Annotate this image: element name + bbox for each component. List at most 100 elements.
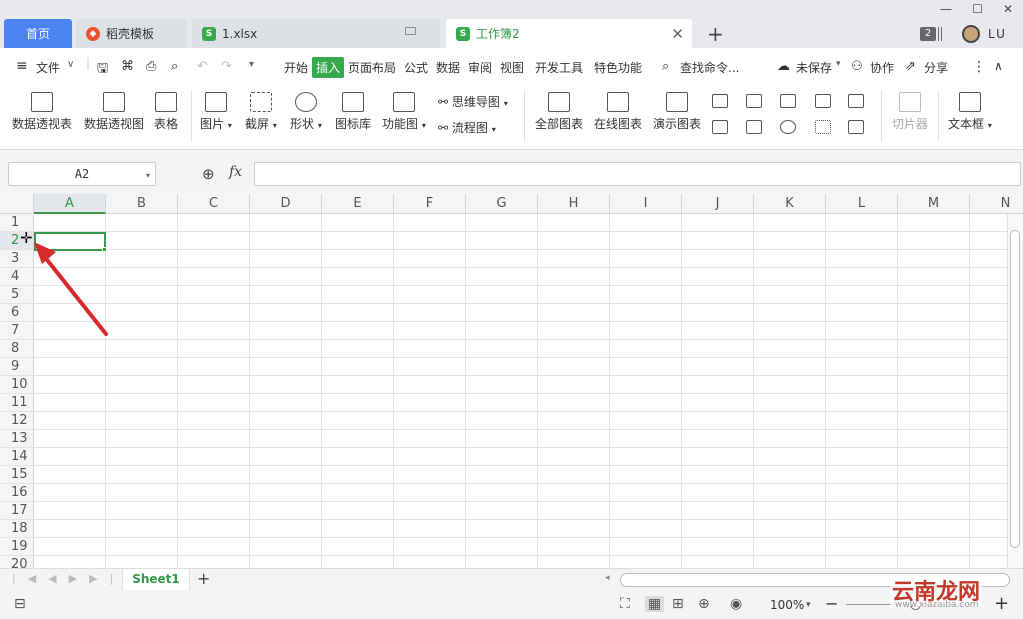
print-icon[interactable]: ⎙ [146, 59, 156, 74]
row-header-17[interactable]: 17 [0, 502, 34, 520]
pie-chart-icon[interactable] [780, 120, 796, 134]
search-icon[interactable]: ⌕ [662, 59, 669, 74]
fx-icon[interactable]: fx [229, 164, 242, 180]
column-header-d[interactable]: D [250, 194, 322, 214]
scatter-chart-icon[interactable] [815, 120, 831, 134]
column-header-j[interactable]: J [682, 194, 754, 214]
row-header-11[interactable]: 11 [0, 394, 34, 412]
normal-view-icon[interactable]: ▦ [645, 596, 665, 612]
cloud-icon[interactable]: ☁ [777, 59, 790, 74]
scroll-left-icon[interactable]: ◂ [605, 573, 610, 583]
close-window-icon[interactable]: ✕ [1003, 2, 1013, 16]
command-search[interactable]: 查找命令... [680, 59, 739, 76]
menu-formulas[interactable]: 公式 [404, 59, 428, 76]
bar-chart-icon[interactable] [746, 94, 762, 108]
quick-access-dropdown-icon[interactable]: ▾ [249, 59, 254, 70]
name-box[interactable]: A2 [8, 162, 156, 186]
online-charts-button[interactable]: 在线图表 [594, 92, 642, 132]
radar-chart-icon[interactable] [815, 94, 831, 108]
spreadsheet-grid[interactable]: ABCDEFGHIJKLMN 1 2 3 4 5 6 7 8 9 10 11 12 13 14 15 16 17… [0, 194, 1023, 568]
avatar[interactable] [962, 25, 980, 43]
menu-data[interactable]: 数据 [436, 59, 460, 76]
format-painter-icon[interactable]: ⌘ [121, 59, 134, 74]
column-chart-icon[interactable] [712, 94, 728, 108]
column-header-l[interactable]: L [826, 194, 898, 214]
macro-icon[interactable]: ⊟ [14, 596, 26, 612]
menu-features[interactable]: 特色功能 [594, 59, 642, 76]
slicer-button[interactable]: 切片器 [892, 92, 928, 132]
zoom-icon[interactable]: ⊕ [202, 165, 215, 183]
sheet-tab-sheet1[interactable]: Sheet1 [122, 569, 190, 591]
row-header-15[interactable]: 15 [0, 466, 34, 484]
minimize-icon[interactable]: — [940, 2, 952, 16]
row-header-14[interactable]: 14 [0, 448, 34, 466]
row-header-10[interactable]: 10 [0, 376, 34, 394]
pivot-table-button[interactable]: 数据透视表 [12, 92, 72, 132]
column-header-c[interactable]: C [178, 194, 250, 214]
stock-chart-icon[interactable] [712, 120, 728, 134]
column-header-m[interactable]: M [898, 194, 970, 214]
row-header-12[interactable]: 12 [0, 412, 34, 430]
user-name[interactable]: LU [988, 27, 1007, 41]
share-icon[interactable]: ⇗ [905, 59, 916, 74]
page-break-icon[interactable]: ⊞ [672, 596, 684, 612]
new-tab-button[interactable]: + [707, 22, 724, 46]
collapse-ribbon-icon[interactable]: ∧ [994, 59, 1003, 73]
area-chart-icon[interactable] [848, 94, 864, 108]
fullscreen-icon[interactable]: ⛶ [620, 596, 630, 612]
icon-library-button[interactable]: 图标库 [335, 92, 371, 132]
row-header-19[interactable]: 19 [0, 538, 34, 556]
collaborate-button[interactable]: 协作 [870, 59, 894, 76]
row-header-9[interactable]: 9 [0, 358, 34, 376]
menu-developer[interactable]: 开发工具 [535, 59, 583, 76]
tab-home[interactable]: 首页 [4, 19, 72, 48]
add-sheet-button[interactable]: + [197, 569, 210, 588]
chevron-down-icon[interactable]: ∨ [67, 59, 74, 70]
share-button[interactable]: 分享 [924, 59, 948, 76]
all-charts-button[interactable]: 全部图表 [535, 92, 583, 132]
window-count-badge[interactable]: 2 [920, 27, 936, 41]
close-tab-icon[interactable]: ✕ [671, 25, 684, 43]
column-header-n[interactable]: N [970, 194, 1023, 214]
tab-workbook2[interactable]: S 工作簿2 ✕ [446, 19, 692, 48]
column-header-g[interactable]: G [466, 194, 538, 214]
unsaved-status[interactable]: 未保存 [796, 59, 832, 76]
line-chart-icon[interactable] [780, 94, 796, 108]
screenshot-button[interactable]: 截屏 ▾ [245, 92, 277, 132]
column-header-e[interactable]: E [322, 194, 394, 214]
pivot-chart-button[interactable]: 数据透视图 [84, 92, 144, 132]
mindmap-button[interactable]: ⚯ 思维导图 ▾ [438, 93, 508, 110]
combo-chart-icon[interactable] [746, 120, 762, 134]
function-chart-button[interactable]: 功能图 ▾ [382, 92, 426, 132]
flowchart-button[interactable]: ⚯ 流程图 ▾ [438, 119, 496, 136]
file-menu[interactable]: 文件 [36, 59, 60, 76]
row-header-18[interactable]: 18 [0, 520, 34, 538]
zoom-out-button[interactable]: − [825, 594, 838, 613]
row-header-13[interactable]: 13 [0, 430, 34, 448]
menu-view[interactable]: 视图 [500, 59, 524, 76]
collaborate-icon[interactable]: ⚇ [851, 59, 863, 74]
more-icon[interactable]: ⋮ [972, 59, 986, 75]
zoom-level[interactable]: 100% [770, 598, 804, 612]
redo-icon[interactable]: ↷ [221, 59, 232, 74]
picture-button[interactable]: 图片 ▾ [200, 92, 232, 132]
undo-icon[interactable]: ↶ [197, 59, 208, 74]
bubble-chart-icon[interactable] [848, 120, 864, 134]
row-header-16[interactable]: 16 [0, 484, 34, 502]
tab-xlsx-file[interactable]: S 1.xlsx [192, 19, 440, 48]
sheet-navigation-icons[interactable]: |◀◀▶▶| [12, 572, 125, 585]
reading-mode-icon[interactable]: ⊕ [698, 596, 710, 612]
menu-home[interactable]: 开始 [284, 59, 308, 76]
column-header-f[interactable]: F [394, 194, 466, 214]
chevron-down-icon[interactable]: ▾ [146, 171, 150, 180]
row-header-20[interactable]: 20 [0, 556, 34, 568]
column-header-k[interactable]: K [754, 194, 826, 214]
shape-button[interactable]: 形状 ▾ [290, 92, 322, 132]
chevron-down-icon[interactable]: ▾ [836, 59, 841, 69]
tab-docer-templates[interactable]: ◆ 稻壳模板 [76, 19, 186, 48]
zoom-in-button[interactable]: + [994, 593, 1009, 614]
table-button[interactable]: 表格 [154, 92, 178, 132]
save-icon[interactable]: 🖫 [97, 59, 108, 81]
print-preview-icon[interactable]: ⌕ [171, 59, 178, 74]
demo-charts-button[interactable]: 演示图表 [653, 92, 701, 132]
